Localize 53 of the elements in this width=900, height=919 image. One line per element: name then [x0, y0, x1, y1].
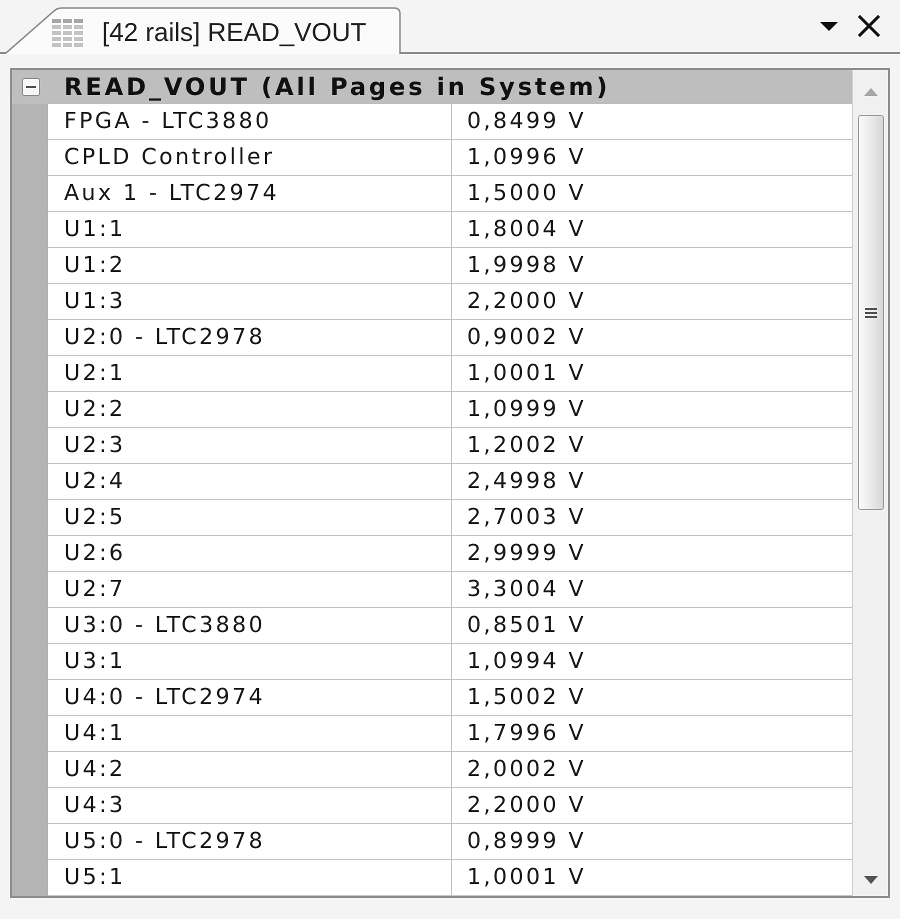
caret-icon[interactable]	[820, 22, 838, 30]
grip-icon	[864, 308, 876, 318]
scrollbar-thumb[interactable]	[858, 115, 884, 510]
vertical-scrollbar[interactable]	[852, 70, 888, 896]
voltage-cell: 1,0994 V	[452, 644, 852, 680]
voltage-cell: 1,9998 V	[452, 248, 852, 284]
voltage-cell: 3,3004 V	[452, 572, 852, 608]
rail-name-cell: U2:1	[48, 356, 452, 392]
rail-name-cell: U2:5	[48, 500, 452, 536]
voltage-cell: 0,8499 V	[452, 104, 852, 140]
voltage-cell: 2,9999 V	[452, 536, 852, 572]
voltage-cell: 1,0001 V	[452, 356, 852, 392]
table-icon	[52, 18, 83, 46]
rail-name-cell: U1:2	[48, 248, 452, 284]
rail-name-cell: U2:4	[48, 464, 452, 500]
rail-name-cell: U4:0 - LTC2974	[48, 680, 452, 716]
down-arrow-icon[interactable]	[864, 876, 878, 884]
voltage-cell: 1,8004 V	[452, 212, 852, 248]
voltage-cell: 1,7996 V	[452, 716, 852, 752]
voltage-cell: 2,7003 V	[452, 500, 852, 536]
rail-name-cell: FPGA - LTC3880	[48, 104, 452, 140]
rail-name-cell: CPLD Controller	[48, 140, 452, 176]
voltage-cell: 2,0002 V	[452, 752, 852, 788]
rail-name-cell: Aux 1 - LTC2974	[48, 176, 452, 212]
close-icon[interactable]	[858, 15, 880, 37]
voltage-cell: 0,8501 V	[452, 608, 852, 644]
voltage-cell: 0,8999 V	[452, 824, 852, 860]
group-title: READ_VOUT (All Pages in System)	[64, 72, 610, 103]
rail-name-cell: U1:1	[48, 212, 452, 248]
rail-name-cell: U4:2	[48, 752, 452, 788]
voltage-cell: 2,2000 V	[452, 284, 852, 320]
voltage-cell: 1,0999 V	[452, 392, 852, 428]
voltage-cell: 2,2000 V	[452, 788, 852, 824]
rail-name-cell: U2:7	[48, 572, 452, 608]
voltage-cell: 1,5002 V	[452, 680, 852, 716]
voltage-cell: 1,5000 V	[452, 176, 852, 212]
rail-name-cell: U2:2	[48, 392, 452, 428]
rail-name-cell: U3:0 - LTC3880	[48, 608, 452, 644]
rail-name-cell: U5:1	[48, 860, 452, 896]
voltage-cell: 1,2002 V	[452, 428, 852, 464]
rail-name-cell: U1:3	[48, 284, 452, 320]
rail-name-cell: U4:3	[48, 788, 452, 824]
collapse-icon[interactable]	[22, 78, 40, 96]
rail-name-cell: U3:1	[48, 644, 452, 680]
rail-name-cell: U4:1	[48, 716, 452, 752]
rail-name-cell: U2:0 - LTC2978	[48, 320, 452, 356]
rail-name-cell: U2:6	[48, 536, 452, 572]
voltage-cell: 1,0996 V	[452, 140, 852, 176]
rail-name-cell: U5:0 - LTC2978	[48, 824, 452, 860]
voltage-cell: 0,9002 V	[452, 320, 852, 356]
voltage-cell: 2,4998 V	[452, 464, 852, 500]
voltage-cell: 1,0001 V	[452, 860, 852, 896]
rail-name-cell: U2:3	[48, 428, 452, 464]
